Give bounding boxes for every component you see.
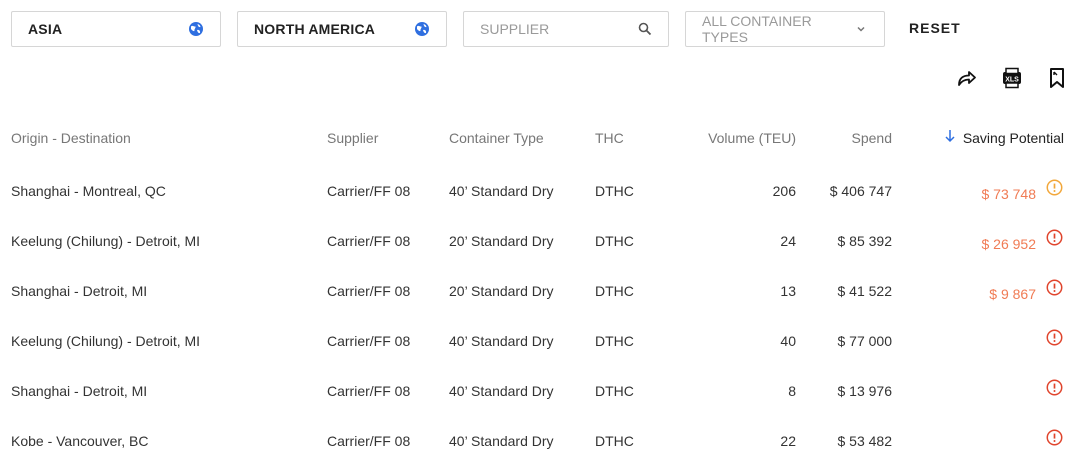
volume-cell: 13 (780, 283, 796, 299)
thc-cell: DTHC (595, 383, 634, 399)
container-type-cell: 40’ Standard Dry (449, 183, 554, 199)
supplier-cell: Carrier/FF 08 (327, 333, 411, 349)
spend-cell: $ 85 392 (837, 233, 893, 249)
spend-cell: $ 41 522 (837, 283, 893, 299)
bookmark-icon[interactable] (1045, 66, 1069, 90)
column-header-saving-potential[interactable]: Saving Potential (963, 130, 1064, 146)
thc-cell: DTHC (595, 333, 634, 349)
saving-potential-cell: $ 9 867 (989, 286, 1036, 302)
container-types-select[interactable]: ALL CONTAINER TYPES (685, 11, 885, 47)
volume-cell: 22 (780, 433, 796, 449)
column-header-spend[interactable]: Spend (852, 130, 892, 146)
reset-button[interactable]: RESET (909, 20, 961, 36)
thc-cell: DTHC (595, 233, 634, 249)
container-type-cell: 40’ Standard Dry (449, 333, 554, 349)
warning-icon[interactable] (1046, 329, 1063, 346)
supplier-cell: Carrier/FF 08 (327, 433, 411, 449)
origin-region-select[interactable]: ASIA (11, 11, 221, 47)
warning-icon[interactable] (1046, 179, 1063, 196)
container-types-label: ALL CONTAINER TYPES (702, 13, 812, 45)
container-type-cell: 20’ Standard Dry (449, 283, 554, 299)
saving-potential-cell: $ 73 748 (981, 186, 1037, 202)
origin-destination-cell: Shanghai - Detroit, MI (11, 383, 148, 399)
destination-region-label: NORTH AMERICA (254, 21, 376, 37)
origin-destination-cell: Shanghai - Detroit, MI (11, 283, 148, 299)
sort-descending-icon[interactable] (942, 128, 958, 144)
globe-icon (189, 22, 203, 36)
spend-cell: $ 53 482 (837, 433, 893, 449)
origin-destination-cell: Shanghai - Montreal, QC (11, 183, 166, 199)
spend-cell: $ 406 747 (829, 183, 892, 199)
container-type-cell: 40’ Standard Dry (449, 433, 554, 449)
globe-icon (415, 22, 429, 36)
warning-icon[interactable] (1046, 279, 1063, 296)
share-icon[interactable] (955, 66, 979, 90)
column-header-container-type[interactable]: Container Type (449, 130, 544, 146)
origin-destination-cell: Kobe - Vancouver, BC (11, 433, 149, 449)
thc-cell: DTHC (595, 283, 634, 299)
supplier-cell: Carrier/FF 08 (327, 233, 411, 249)
container-type-cell: 40’ Standard Dry (449, 383, 554, 399)
volume-cell: 40 (780, 333, 796, 349)
spend-cell: $ 77 000 (837, 333, 893, 349)
column-header-supplier[interactable]: Supplier (327, 130, 378, 146)
search-icon (638, 22, 652, 36)
supplier-cell: Carrier/FF 08 (327, 283, 411, 299)
volume-cell: 24 (780, 233, 796, 249)
chevron-down-icon (857, 26, 865, 32)
origin-region-label: ASIA (28, 21, 63, 37)
saving-potential-cell: $ 26 952 (981, 236, 1037, 252)
warning-icon[interactable] (1046, 379, 1063, 396)
thc-cell: DTHC (595, 183, 634, 199)
column-header-thc[interactable]: THC (595, 130, 624, 146)
column-header-origin-destination[interactable]: Origin - Destination (11, 130, 131, 146)
container-type-cell: 20’ Standard Dry (449, 233, 554, 249)
volume-cell: 8 (788, 383, 796, 399)
destination-region-select[interactable]: NORTH AMERICA (237, 11, 447, 47)
supplier-cell: Carrier/FF 08 (327, 383, 411, 399)
warning-icon[interactable] (1046, 229, 1063, 246)
origin-destination-cell: Keelung (Chilung) - Detroit, MI (11, 233, 201, 249)
origin-destination-cell: Keelung (Chilung) - Detroit, MI (11, 333, 201, 349)
volume-cell: 206 (772, 183, 796, 199)
supplier-cell: Carrier/FF 08 (327, 183, 411, 199)
xls-export-icon[interactable]: XLS (1000, 66, 1024, 90)
spend-cell: $ 13 976 (837, 383, 893, 399)
column-header-volume[interactable]: Volume (TEU) (708, 130, 796, 146)
supplier-search-input[interactable]: SUPPLIER (463, 11, 669, 47)
thc-cell: DTHC (595, 433, 634, 449)
supplier-placeholder: SUPPLIER (480, 21, 550, 37)
warning-icon[interactable] (1046, 429, 1063, 446)
